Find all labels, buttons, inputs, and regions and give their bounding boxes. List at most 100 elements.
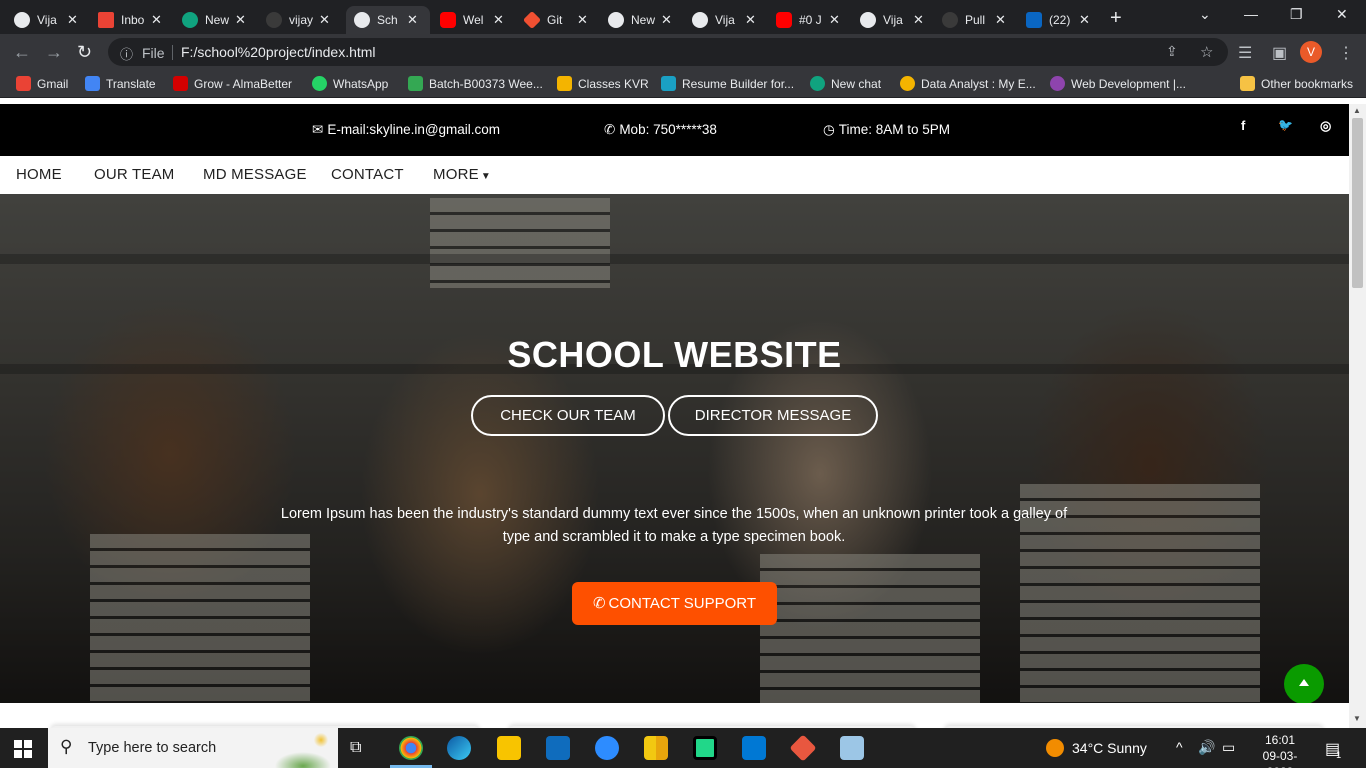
nav-home[interactable]: HOME [16, 166, 62, 183]
scroll-to-top-button[interactable] [1284, 664, 1324, 703]
browser-tab[interactable]: New ✕ [608, 6, 686, 34]
close-window-icon[interactable]: ✕ [1336, 6, 1348, 23]
bookmark-item[interactable]: Data Analyst : My E... [900, 76, 1036, 91]
instagram-icon[interactable]: ◎ [1320, 118, 1331, 134]
tab-close-icon[interactable]: ✕ [235, 12, 246, 28]
browser-tab[interactable]: Pull ✕ [942, 6, 1020, 34]
reload-icon[interactable]: ↻ [77, 42, 92, 63]
chrome-icon[interactable] [399, 736, 423, 760]
task-view-icon[interactable]: ⧉ [350, 739, 361, 757]
battery-icon[interactable]: ▭ [1222, 739, 1235, 756]
scroll-up-icon[interactable]: ▲ [1353, 106, 1361, 115]
bookmark-item[interactable]: Resume Builder for... [661, 76, 794, 91]
tab-favicon-icon [440, 12, 456, 28]
resume-builder-icon [661, 76, 676, 91]
browser-tab[interactable]: (22) ✕ [1026, 6, 1104, 34]
scrollbar-thumb[interactable] [1352, 118, 1363, 288]
zoom-icon[interactable] [595, 736, 619, 760]
tab-close-icon[interactable]: ✕ [151, 12, 162, 28]
browser-tab[interactable]: New ✕ [182, 6, 260, 34]
tab-close-icon[interactable]: ✕ [67, 12, 78, 28]
pycharm-icon[interactable] [693, 736, 717, 760]
scroll-down-icon[interactable]: ▼ [1353, 714, 1361, 723]
side-panel-icon[interactable]: ▣ [1272, 43, 1287, 63]
info-icon[interactable]: ⓘ [120, 44, 133, 63]
new-tab-button[interactable]: + [1110, 7, 1122, 30]
taskbar-search[interactable]: ⚲ Type here to search [48, 728, 338, 768]
browser-tab[interactable]: Git ✕ [522, 6, 602, 34]
nav-contact[interactable]: CONTACT [331, 166, 404, 183]
bookmark-item[interactable]: Classes KVR [557, 76, 649, 91]
edge-icon[interactable] [447, 736, 471, 760]
browser-tab[interactable]: #0 J ✕ [776, 6, 854, 34]
browser-tab[interactable]: Inbo ✕ [98, 6, 176, 34]
tab-close-icon[interactable]: ✕ [319, 12, 330, 28]
menu-kebab-icon[interactable]: ⋮ [1338, 43, 1354, 63]
facebook-icon[interactable]: f [1241, 118, 1245, 133]
restore-icon[interactable]: ❐ [1290, 6, 1303, 23]
minimize-icon[interactable]: — [1244, 6, 1258, 22]
profile-avatar[interactable]: V [1300, 41, 1322, 63]
contact-support-button[interactable]: ✆ CONTACT SUPPORT [572, 582, 777, 625]
tab-close-icon[interactable]: ✕ [577, 12, 588, 28]
reading-list-icon[interactable]: ☰ [1238, 43, 1252, 63]
address-bar[interactable]: ⓘ File F:/school%20project/index.html ⇪ … [108, 38, 1228, 66]
tab-search-icon[interactable]: ⌄ [1199, 6, 1211, 23]
search-highlight-image [263, 730, 333, 768]
scheme-label: File [142, 45, 165, 61]
tab-close-icon[interactable]: ✕ [829, 12, 840, 28]
hero-overlay [0, 194, 1349, 703]
tab-close-icon[interactable]: ✕ [493, 12, 504, 28]
git-icon[interactable] [789, 734, 817, 762]
bookmark-item[interactable]: Grow - AlmaBetter [173, 76, 292, 91]
tab-close-icon[interactable]: ✕ [1079, 12, 1090, 28]
show-hidden-icons-icon[interactable]: ^ [1176, 739, 1183, 755]
share-icon[interactable]: ⇪ [1166, 43, 1178, 60]
email-info: ✉ E-mail:skyline.in@gmail.com [312, 122, 501, 137]
clock-icon: ◷ [823, 122, 835, 137]
tab-close-icon[interactable]: ✕ [913, 12, 924, 28]
nav-our-team[interactable]: OUR TEAM [94, 166, 175, 183]
nav-md-message[interactable]: MD MESSAGE [203, 166, 307, 183]
check-our-team-button[interactable]: CHECK OUR TEAM [471, 395, 665, 436]
tab-close-icon[interactable]: ✕ [407, 12, 418, 28]
classroom-icon [557, 76, 572, 91]
system-clock[interactable]: 16:01 09-03-2023 [1252, 732, 1308, 768]
volume-icon[interactable]: 🔊 [1198, 739, 1215, 756]
tab-close-icon[interactable]: ✕ [995, 12, 1006, 28]
contact-topbar: ✉ E-mail:skyline.in@gmail.com ✆ Mob: 750**… [0, 104, 1349, 156]
url-text[interactable]: F:/school%20project/index.html [181, 44, 376, 60]
bookmark-star-icon[interactable]: ☆ [1200, 43, 1213, 61]
back-icon[interactable]: ← [13, 42, 31, 63]
director-message-button[interactable]: DIRECTOR MESSAGE [668, 395, 878, 436]
bookmark-item[interactable]: Batch-B00373 Wee... [408, 76, 543, 91]
power-bi-icon[interactable] [644, 736, 668, 760]
page-scrollbar[interactable]: ▲ ▼ [1349, 104, 1366, 728]
file-explorer-icon[interactable] [497, 736, 521, 760]
bookmark-item[interactable]: WhatsApp [312, 76, 388, 91]
tab-close-icon[interactable]: ✕ [661, 12, 672, 28]
bookmark-item[interactable]: Translate [85, 76, 156, 91]
time-info: ◷ Time: 8AM to 5PM [823, 122, 951, 137]
weather-widget[interactable]: 34°C Sunny [1046, 739, 1147, 757]
bookmark-item[interactable]: New chat [810, 76, 881, 91]
other-bookmarks[interactable]: Other bookmarks [1240, 76, 1353, 91]
browser-tab[interactable]: vijay ✕ [266, 6, 344, 34]
tab-close-icon[interactable]: ✕ [745, 12, 756, 28]
twitter-icon[interactable]: 🐦 [1278, 118, 1293, 132]
windows-start-icon[interactable] [14, 740, 32, 758]
tab-favicon-icon [354, 12, 370, 28]
notepad-icon[interactable] [840, 736, 864, 760]
bookmark-item[interactable]: Gmail [16, 76, 68, 91]
browser-tab[interactable]: Vija ✕ [14, 6, 92, 34]
vscode-icon[interactable] [742, 736, 766, 760]
notification-center-icon[interactable]: ▤1 [1325, 739, 1345, 760]
mail-icon[interactable] [546, 736, 570, 760]
browser-tab[interactable]: Vija ✕ [692, 6, 770, 34]
browser-tab[interactable]: Wel ✕ [440, 6, 518, 34]
nav-more[interactable]: MORE ▼ [433, 166, 491, 183]
bookmark-item[interactable]: Web Development |... [1050, 76, 1186, 91]
forward-icon[interactable]: → [45, 42, 63, 63]
browser-tab-active[interactable]: Sch ✕ [346, 6, 430, 34]
browser-tab[interactable]: Vija ✕ [860, 6, 938, 34]
